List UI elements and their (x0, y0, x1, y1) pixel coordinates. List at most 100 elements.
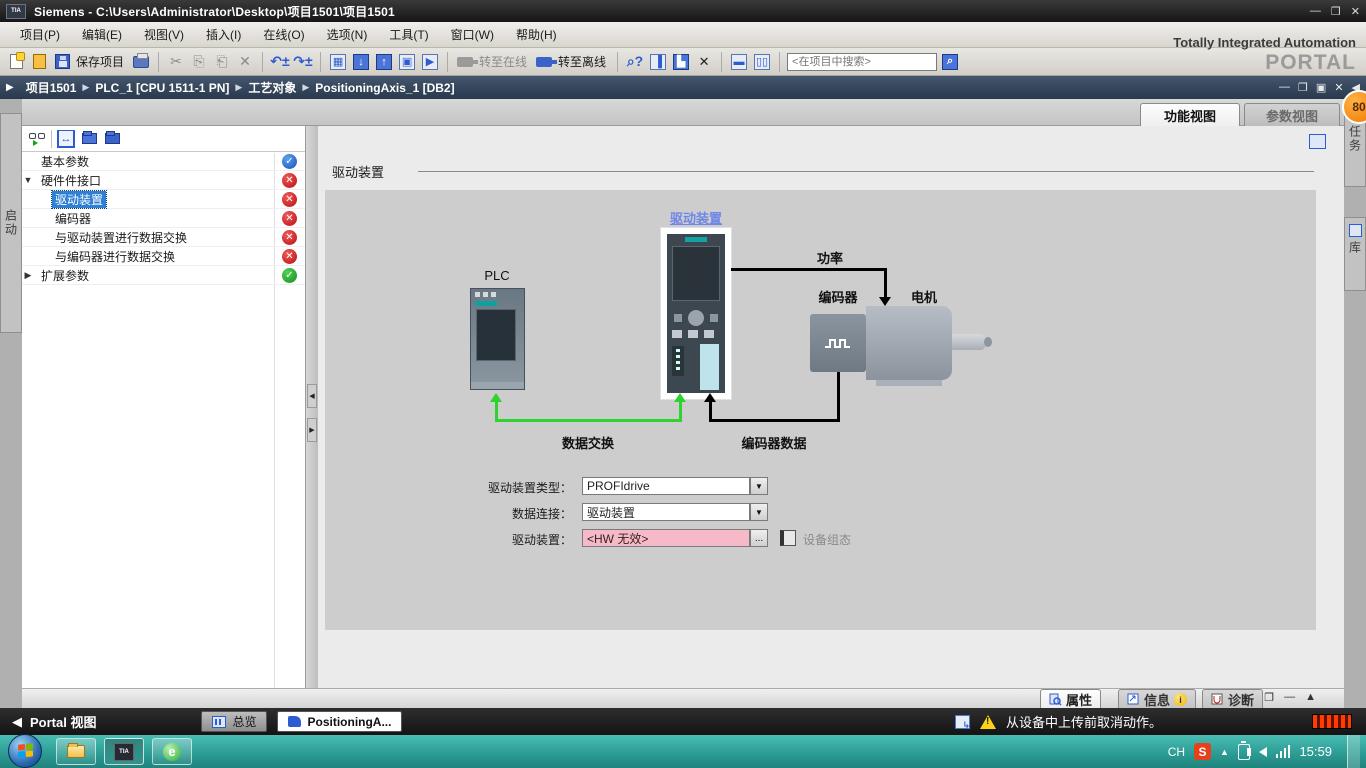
inspector-restore-icon[interactable]: ❐ (1264, 691, 1274, 704)
editor-maximize-icon[interactable]: ▣ (1316, 81, 1326, 94)
tree-row-basic-params[interactable]: 基本参数 ✓ (22, 152, 305, 171)
collapse-twistie-icon[interactable]: ▼ (22, 175, 34, 185)
drive-field-input[interactable]: <HW 无效> (582, 529, 750, 547)
right-rail-tab-library[interactable]: 库 (1344, 217, 1366, 291)
tree-label[interactable]: 编码器 (52, 210, 94, 227)
overview-button[interactable]: 总览 (201, 711, 267, 732)
breadcrumb-plc[interactable]: PLC_1 [CPU 1511-1 PN] (95, 81, 229, 95)
drive-type-dropdown-icon[interactable]: ▼ (750, 477, 768, 495)
monitor-all-icon[interactable] (28, 130, 46, 148)
tree-label[interactable]: 与编码器进行数据交换 (52, 248, 178, 265)
go-offline-label[interactable]: 转至离线 (558, 53, 606, 70)
menu-project[interactable]: 项目(P) (10, 23, 70, 46)
start-button[interactable] (8, 734, 42, 768)
save-project-label[interactable]: 保存项目 (76, 53, 124, 70)
tree-row-extended-params[interactable]: ▶ 扩展参数 ✓ (22, 266, 305, 285)
editor-minimize-icon[interactable]: — (1279, 81, 1290, 94)
device-memory-icon[interactable]: ▣ (397, 52, 417, 72)
tree-label[interactable]: 扩展参数 (38, 267, 92, 284)
compare-values-icon[interactable]: ↔ (57, 130, 75, 148)
active-editor-button[interactable]: PositioningA... (277, 711, 402, 732)
go-online-icon[interactable] (455, 52, 475, 72)
split-vertical-icon[interactable]: ▯▯ (752, 52, 772, 72)
input-language-indicator[interactable]: CH (1168, 745, 1185, 759)
tree-row-encoder-data-exchange[interactable]: 与编码器进行数据交换 ✕ (22, 247, 305, 266)
menu-tools[interactable]: 工具(T) (379, 23, 438, 46)
tab-diagnostics[interactable]: 诊断 (1202, 689, 1263, 709)
download-icon[interactable]: ↓ (351, 52, 371, 72)
start-runtime-icon[interactable]: ▶ (420, 52, 440, 72)
clock[interactable]: 15:59 (1299, 744, 1332, 759)
menu-view[interactable]: 视图(V) (134, 23, 194, 46)
undo-icon[interactable]: ↶± (270, 52, 290, 72)
window-close-icon[interactable]: ✕ (1351, 5, 1360, 18)
menu-options[interactable]: 选项(N) (317, 23, 378, 46)
expand-twistie-icon[interactable]: ▶ (22, 270, 34, 281)
show-marks-icon[interactable]: ▙ (671, 52, 691, 72)
drive-type-select[interactable]: PROFIdrive (582, 477, 750, 495)
open-project-icon[interactable] (29, 52, 49, 72)
device-configuration-icon[interactable] (780, 530, 796, 546)
sogou-input-icon[interactable]: S (1194, 743, 1211, 760)
taskbar-browser-button[interactable]: e (152, 738, 192, 765)
show-crossrefs-icon[interactable]: ▐ (648, 52, 668, 72)
window-restore-icon[interactable]: ❐ (1331, 5, 1341, 18)
menu-window[interactable]: 窗口(W) (441, 23, 504, 46)
breadcrumb-tech-objects[interactable]: 工艺对象 (248, 79, 296, 96)
search-in-project-icon[interactable]: ⌕ (940, 52, 960, 72)
upload-action-icon[interactable] (955, 715, 970, 729)
project-tree-expand-icon[interactable]: ▶ (6, 82, 14, 93)
menu-online[interactable]: 在线(O) (253, 23, 314, 46)
breadcrumb-project[interactable]: 项目1501 (26, 79, 77, 96)
collapse-left-icon[interactable]: ◀ (307, 384, 317, 408)
tab-function-view[interactable]: 功能视图 (1140, 103, 1240, 126)
editor-settings-icon[interactable] (1309, 134, 1326, 149)
taskbar-tia-button[interactable]: TIA (104, 738, 144, 765)
window-minimize-icon[interactable]: — (1310, 5, 1321, 18)
expand-all-icon[interactable] (80, 130, 98, 148)
panel-splitter[interactable]: ◀ ▶ (306, 126, 318, 688)
breadcrumb-axis[interactable]: PositioningAxis_1 [DB2] (315, 81, 454, 95)
portal-view-switch[interactable]: ◀ Portal 视图 (12, 712, 96, 731)
copy-icon[interactable]: ⎘ (189, 52, 209, 72)
editor-restore-icon[interactable]: ❐ (1298, 81, 1308, 94)
tray-expand-icon[interactable]: ▲ (1220, 747, 1229, 757)
editor-close-icon[interactable]: ✕ (1334, 81, 1343, 94)
show-desktop-button[interactable] (1347, 735, 1360, 768)
print-icon[interactable] (131, 52, 151, 72)
menu-help[interactable]: 帮助(H) (506, 23, 567, 46)
save-project-icon[interactable] (52, 52, 72, 72)
redo-icon[interactable]: ↷± (293, 52, 313, 72)
inspector-collapse-icon[interactable]: ▲ (1305, 691, 1316, 704)
go-online-label[interactable]: 转至在线 (479, 53, 527, 70)
menu-edit[interactable]: 编辑(E) (72, 23, 132, 46)
collapse-right-icon[interactable]: ▶ (307, 418, 317, 442)
volume-icon[interactable] (1259, 747, 1267, 757)
cut-icon[interactable]: ✂ (166, 52, 186, 72)
upload-icon[interactable]: ↑ (374, 52, 394, 72)
menu-insert[interactable]: 插入(I) (196, 23, 251, 46)
tab-parameter-view[interactable]: 参数视图 (1244, 103, 1340, 126)
data-connection-select[interactable]: 驱动装置 (582, 503, 750, 521)
drive-device-link[interactable]: 驱动装置 (656, 208, 736, 227)
tree-row-encoder[interactable]: 编码器 ✕ (22, 209, 305, 228)
tree-row-hardware-interface[interactable]: ▼ 硬件件接口 ✕ (22, 171, 305, 190)
tree-label[interactable]: 硬件件接口 (38, 172, 104, 189)
download-to-device-icon[interactable]: ▦ (328, 52, 348, 72)
tree-label[interactable]: 基本参数 (38, 153, 92, 170)
drive-browse-button[interactable]: ... (750, 529, 768, 547)
collapse-all-icon[interactable] (103, 130, 121, 148)
new-project-icon[interactable] (6, 52, 26, 72)
go-offline-icon[interactable] (534, 52, 554, 72)
delete-icon[interactable]: ✕ (235, 52, 255, 72)
network-signal-icon[interactable] (1276, 745, 1291, 758)
data-connection-dropdown-icon[interactable]: ▼ (750, 503, 768, 521)
tree-label-selected[interactable]: 驱动装置 (52, 191, 106, 208)
project-search-input[interactable] (787, 53, 937, 71)
tab-properties[interactable]: 属性 (1040, 689, 1101, 709)
diagnostics-search-icon[interactable]: ⌕? (625, 52, 645, 72)
drive-device-image[interactable] (661, 228, 731, 399)
split-horizontal-icon[interactable]: ▬ (729, 52, 749, 72)
clear-icon[interactable]: ✕ (694, 52, 714, 72)
device-configuration-label[interactable]: 设备组态 (803, 531, 851, 548)
